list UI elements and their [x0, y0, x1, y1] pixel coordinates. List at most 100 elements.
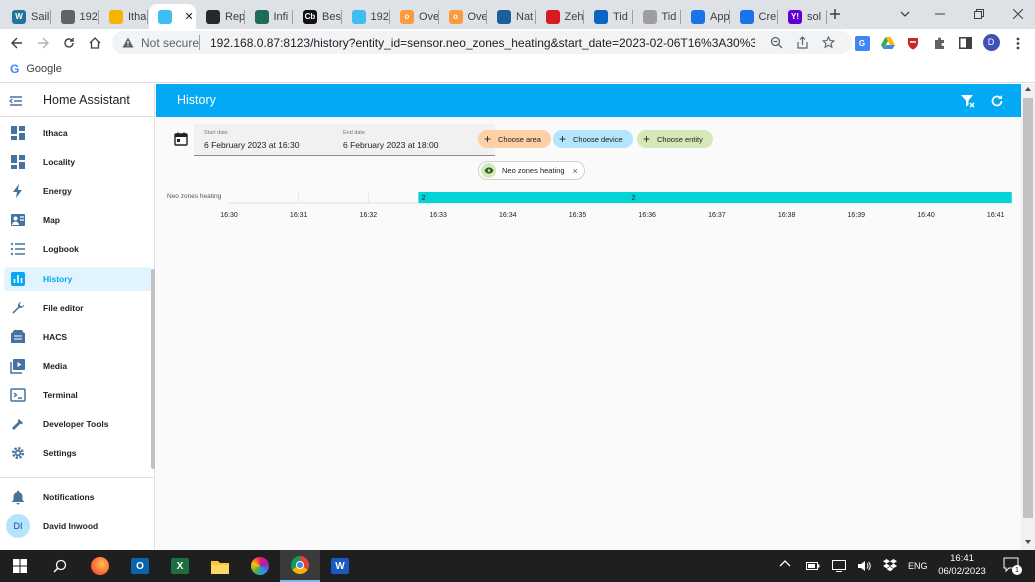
tab[interactable]: Y! sol: [779, 4, 827, 29]
x-tick-label: 16:30: [220, 212, 238, 219]
scroll-thumb[interactable]: [1023, 98, 1033, 518]
refresh-button[interactable]: [989, 93, 1005, 109]
sidebar-item-notifications[interactable]: Notifications: [4, 485, 152, 509]
share-icon[interactable]: [796, 36, 809, 49]
clock[interactable]: 16:41 06/02/2023: [932, 553, 992, 577]
extensions-button[interactable]: [929, 33, 949, 53]
choose-area-label: Choose area: [498, 134, 541, 144]
tab[interactable]: Cb Bes: [294, 4, 342, 29]
tid2-icon: [642, 9, 657, 24]
taskbar-photos[interactable]: [240, 550, 280, 582]
close-window-button[interactable]: [1003, 4, 1033, 24]
browser-menu-button[interactable]: [1008, 33, 1028, 53]
taskbar-chrome[interactable]: [280, 550, 320, 582]
shield-extension-icon[interactable]: [903, 33, 923, 53]
sidebar-item-media[interactable]: Media: [4, 354, 152, 378]
tab[interactable]: o Ove: [391, 4, 439, 29]
taskbar-word[interactable]: W: [320, 550, 360, 582]
sidebar-header: Home Assistant: [0, 84, 155, 117]
star-icon[interactable]: [822, 36, 835, 49]
sidebar-item-locality[interactable]: Locality: [4, 150, 152, 174]
home-button[interactable]: [86, 34, 104, 52]
sidebar-item-energy[interactable]: Energy: [4, 179, 152, 203]
tab[interactable]: Infi: [246, 4, 293, 29]
network-icon[interactable]: [832, 560, 846, 572]
sidebar-item-user[interactable]: DI David Inwood: [4, 512, 152, 540]
new-tab-button[interactable]: [826, 5, 844, 23]
tab[interactable]: 192: [343, 4, 390, 29]
tab[interactable]: Tid: [634, 4, 681, 29]
tab[interactable]: Tid: [585, 4, 633, 29]
sidebar-item-map[interactable]: Map: [4, 208, 152, 232]
bookmark-google[interactable]: G Google: [10, 61, 62, 77]
sidebar-item-history[interactable]: History: [4, 266, 152, 291]
tab[interactable]: o Ove: [440, 4, 487, 29]
end-date-field[interactable]: End date 6 February 2023 at 18:00: [333, 124, 495, 156]
clear-filters-button[interactable]: [960, 93, 976, 109]
restore-button[interactable]: [964, 4, 994, 24]
taskbar-excel[interactable]: X: [160, 550, 200, 582]
taskbar-outlook[interactable]: O: [120, 550, 160, 582]
tab-active[interactable]: ✕: [148, 4, 196, 29]
tab[interactable]: Rep: [197, 4, 245, 29]
tab[interactable]: Nat: [488, 4, 536, 29]
volume-icon[interactable]: [857, 560, 871, 572]
sidebar-item-developer-tools[interactable]: Developer Tools: [4, 412, 152, 436]
sidebar-item-hacs[interactable]: HACS: [4, 325, 152, 349]
sidebar-item-terminal[interactable]: Terminal: [4, 383, 152, 407]
dropbox-icon[interactable]: [883, 559, 897, 573]
tray-chevron-up-icon[interactable]: [779, 559, 793, 573]
timeline-state-bar[interactable]: [418, 192, 1012, 203]
zoom-icon[interactable]: [770, 36, 783, 49]
security-label[interactable]: Not secure: [141, 36, 199, 50]
sidebar-item-settings[interactable]: Settings: [4, 441, 152, 465]
tab-search-button[interactable]: [890, 4, 920, 24]
drive-extension-icon[interactable]: [878, 33, 898, 53]
tab[interactable]: Zeh: [537, 4, 584, 29]
tab[interactable]: W Sail: [3, 4, 51, 29]
side-panel-icon: [958, 37, 972, 49]
profile-button[interactable]: D: [981, 32, 1001, 52]
notification-center-button[interactable]: 1: [1003, 557, 1022, 575]
scroll-up-arrow[interactable]: [1025, 87, 1031, 91]
remove-chip-icon[interactable]: ×: [573, 166, 578, 176]
forward-button[interactable]: [34, 34, 52, 52]
close-tab-icon[interactable]: ✕: [185, 10, 194, 23]
tid-icon: [594, 9, 608, 24]
browser-tab-strip: W Sail 192 Itha ✕ Rep Infi Cb Bes 192 o Ove o Ove Nat Z…: [0, 0, 1035, 29]
tab[interactable]: Cre: [731, 4, 778, 29]
scroll-down-arrow[interactable]: [1025, 540, 1031, 544]
minimize-button[interactable]: [925, 4, 955, 24]
choose-device-button[interactable]: + Choose device: [553, 130, 633, 148]
side-panel-button[interactable]: [955, 33, 975, 53]
reload-button[interactable]: [60, 34, 78, 52]
taskbar-file-explorer[interactable]: [200, 550, 240, 582]
choose-area-button[interactable]: + Choose area: [478, 130, 551, 148]
date-picker-button[interactable]: [174, 132, 188, 146]
url-text[interactable]: 192.168.0.87:8123/history?entity_id=sens…: [210, 36, 755, 50]
sidebar-scrollbar[interactable]: [151, 269, 155, 469]
taskbar-firefox[interactable]: [80, 550, 120, 582]
address-bar[interactable]: Not secure 192.168.0.87:8123/history?ent…: [112, 31, 852, 54]
sidebar-item-ithaca[interactable]: Ithaca: [4, 121, 152, 145]
tab-separator: [243, 10, 245, 24]
sidebar-item-logbook[interactable]: Logbook: [4, 237, 152, 261]
start-date-field[interactable]: Start date 6 February 2023 at 16:30: [194, 124, 356, 156]
language-indicator[interactable]: ENG: [908, 561, 928, 571]
sidebar-item-label: Locality: [43, 157, 76, 168]
translate-extension-icon[interactable]: G: [852, 33, 872, 53]
tab[interactable]: App: [682, 4, 730, 29]
tab[interactable]: Itha: [100, 4, 148, 29]
tab[interactable]: 192: [52, 4, 99, 29]
menu-toggle-button[interactable]: [8, 93, 24, 109]
refresh-icon: [991, 95, 1003, 107]
taskbar-search-button[interactable]: [40, 550, 80, 582]
entity-chip[interactable]: Neo zones heating ×: [478, 161, 585, 180]
choose-entity-button[interactable]: + Choose entity: [637, 130, 713, 148]
back-button[interactable]: [8, 34, 26, 52]
start-button[interactable]: [0, 550, 40, 582]
battery-icon[interactable]: [806, 561, 820, 571]
sidebar-item-file-editor[interactable]: File editor: [4, 296, 152, 320]
tab-label: Nat: [516, 10, 534, 23]
page-scrollbar[interactable]: [1021, 84, 1035, 550]
